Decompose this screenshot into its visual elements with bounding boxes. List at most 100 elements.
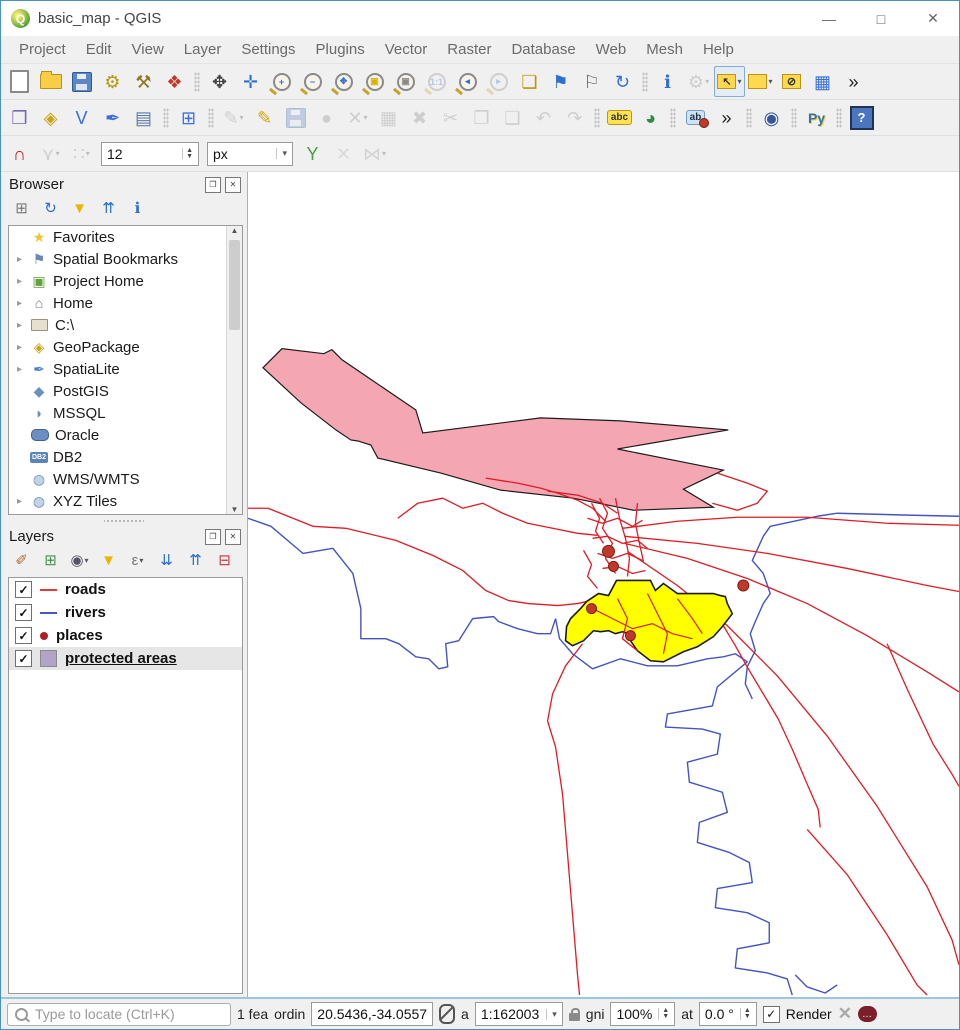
- snap-units-dropdown-arrow[interactable]: ▾: [276, 148, 287, 159]
- lock-scale-icon[interactable]: [569, 1013, 580, 1021]
- snapping-type-button[interactable]: ∷▾: [66, 138, 97, 169]
- zoom-out-button[interactable]: −: [297, 66, 328, 97]
- browser-item-mssql[interactable]: ◗MSSQL: [9, 402, 242, 424]
- select-features-button[interactable]: ↖▾: [714, 66, 745, 97]
- snapping-type-dropdown[interactable]: ▾: [86, 149, 90, 158]
- expand-arrow-icon[interactable]: ▸: [14, 342, 25, 353]
- browser-item-wms-wmts[interactable]: ◍WMS/WMTS: [9, 468, 242, 490]
- menu-raster[interactable]: Raster: [437, 41, 501, 58]
- pan-map-button[interactable]: ✥: [204, 66, 235, 97]
- snap-units-combobox[interactable]: px▾: [207, 142, 293, 166]
- minimize-button[interactable]: —: [803, 1, 855, 36]
- snapping-marker-dropdown[interactable]: ▾: [382, 149, 386, 158]
- layers-float-button[interactable]: ❐: [205, 529, 221, 545]
- scale-combobox[interactable]: 1:162003 ▾: [475, 1002, 563, 1026]
- vertex-tool-button[interactable]: ✕▾: [342, 102, 373, 133]
- new-spatial-bookmark-button[interactable]: ⚑: [545, 66, 576, 97]
- new-temporary-scratch-layer-button[interactable]: ▤: [128, 102, 159, 133]
- map-canvas[interactable]: [248, 172, 959, 997]
- select-features-dropdown[interactable]: ▾: [737, 77, 741, 86]
- layer-labeling-options-button[interactable]: abc: [604, 102, 635, 133]
- browser-scrollbar-thumb[interactable]: [229, 240, 240, 330]
- layer-visibility-checkbox[interactable]: ✓: [15, 650, 32, 667]
- save-project-button[interactable]: [66, 66, 97, 97]
- menu-settings[interactable]: Settings: [231, 41, 305, 58]
- browser-item-oracle[interactable]: Oracle: [9, 424, 242, 446]
- run-feature-action-dropdown[interactable]: ▾: [705, 77, 709, 86]
- snap-tolerance-spin-buttons[interactable]: ▲▼: [182, 148, 193, 159]
- browser-float-button[interactable]: ❐: [205, 177, 221, 193]
- maximize-button[interactable]: □: [855, 1, 907, 36]
- enable-snapping-button[interactable]: ∩: [4, 138, 35, 169]
- filter-by-expression-dropdown[interactable]: ▾: [139, 556, 143, 565]
- browser-item-favorites[interactable]: ★Favorites: [9, 226, 242, 248]
- show-layout-manager-button[interactable]: ⚒: [128, 66, 159, 97]
- manage-map-themes-button[interactable]: ◉▾: [67, 548, 92, 573]
- menu-web[interactable]: Web: [586, 41, 637, 58]
- layer-row-rivers[interactable]: ✓rivers: [9, 601, 242, 624]
- add-feature-button[interactable]: ●: [311, 102, 342, 133]
- new-shapefile-layer-button[interactable]: V: [66, 102, 97, 133]
- cut-features-button[interactable]: ✂: [435, 102, 466, 133]
- locator-input[interactable]: Type to locate (Ctrl+K): [7, 1003, 231, 1026]
- snapping-mode-dropdown[interactable]: ▾: [56, 149, 60, 158]
- menu-mesh[interactable]: Mesh: [636, 41, 693, 58]
- layer-row-protected-areas[interactable]: ✓protected areas: [9, 647, 242, 670]
- current-edits-dropdown[interactable]: ▾: [240, 113, 244, 122]
- zoom-to-layer-button[interactable]: ▣: [390, 66, 421, 97]
- expand-all-layers-button[interactable]: ⇊: [154, 548, 179, 573]
- layer-diagram-options-button[interactable]: ◕: [635, 102, 666, 133]
- zoom-next-button[interactable]: ▸: [483, 66, 514, 97]
- redo-button[interactable]: ↷: [559, 102, 590, 133]
- collapse-all-browser-button[interactable]: ⇈: [96, 196, 121, 221]
- expand-arrow-icon[interactable]: ▸: [14, 320, 25, 331]
- menu-plugins[interactable]: Plugins: [306, 41, 375, 58]
- magnifier-spin-buttons[interactable]: ▲▼: [658, 1008, 669, 1019]
- zoom-in-button[interactable]: +: [266, 66, 297, 97]
- browser-close-button[interactable]: ✕: [225, 177, 241, 193]
- browser-item-c-[interactable]: ▸C:\: [9, 314, 242, 336]
- snapping-marker-button[interactable]: ⋈▾: [359, 138, 390, 169]
- metasearch-button[interactable]: ◉: [756, 102, 787, 133]
- filter-legend-button[interactable]: ▼: [96, 548, 121, 573]
- browser-item-spatialite[interactable]: ▸✒SpatiaLite: [9, 358, 242, 380]
- python-console-button[interactable]: Py: [801, 102, 832, 133]
- layer-row-roads[interactable]: ✓roads: [9, 578, 242, 601]
- expand-arrow-icon[interactable]: ▸: [14, 364, 25, 375]
- layer-visibility-checkbox[interactable]: ✓: [15, 604, 32, 621]
- toggle-editing-button[interactable]: ✎: [249, 102, 280, 133]
- copy-features-button[interactable]: ❐: [466, 102, 497, 133]
- expand-arrow-icon[interactable]: ▸: [14, 298, 25, 309]
- menu-view[interactable]: View: [122, 41, 174, 58]
- tracing-button[interactable]: Y: [297, 138, 328, 169]
- new-virtual-layer-button[interactable]: ⊞: [173, 102, 204, 133]
- data-source-manager-button[interactable]: ❒: [4, 102, 35, 133]
- save-layer-edits-button[interactable]: [280, 102, 311, 133]
- current-edits-button[interactable]: ✎▾: [218, 102, 249, 133]
- zoom-native-button[interactable]: 1:1: [421, 66, 452, 97]
- magnifier-spinner[interactable]: 100% ▲▼: [610, 1002, 675, 1026]
- modify-attributes-button[interactable]: ▦: [373, 102, 404, 133]
- browser-item-xyz-tiles[interactable]: ▸◍XYZ Tiles: [9, 490, 242, 512]
- layers-close-button[interactable]: ✕: [225, 529, 241, 545]
- coordinate-input[interactable]: 20.5436,-34.0557: [311, 1002, 433, 1026]
- deselect-features-button[interactable]: ⊘: [776, 66, 807, 97]
- vertex-tool-dropdown[interactable]: ▾: [364, 113, 368, 122]
- toolbar2-overflow-button[interactable]: »: [711, 102, 742, 133]
- layer-row-places[interactable]: ✓places: [9, 624, 242, 647]
- menu-help[interactable]: Help: [693, 41, 744, 58]
- new-print-layout-button[interactable]: ⚙: [97, 66, 128, 97]
- filter-by-expression-button[interactable]: ε▾: [125, 548, 150, 573]
- menu-edit[interactable]: Edit: [76, 41, 122, 58]
- menu-layer[interactable]: Layer: [174, 41, 232, 58]
- close-button[interactable]: ✕: [907, 1, 959, 36]
- undo-button[interactable]: ↶: [528, 102, 559, 133]
- intersection-snapping-button[interactable]: ✕: [328, 138, 359, 169]
- style-manager-button[interactable]: ❖: [159, 66, 190, 97]
- extent-tracking-icon[interactable]: [439, 1004, 455, 1024]
- manage-map-themes-dropdown[interactable]: ▾: [85, 556, 89, 565]
- new-spatialite-layer-button[interactable]: ✒: [97, 102, 128, 133]
- add-group-button[interactable]: ⊞: [38, 548, 63, 573]
- browser-item-postgis[interactable]: ◆PostGIS: [9, 380, 242, 402]
- browser-item-project-home[interactable]: ▸▣Project Home: [9, 270, 242, 292]
